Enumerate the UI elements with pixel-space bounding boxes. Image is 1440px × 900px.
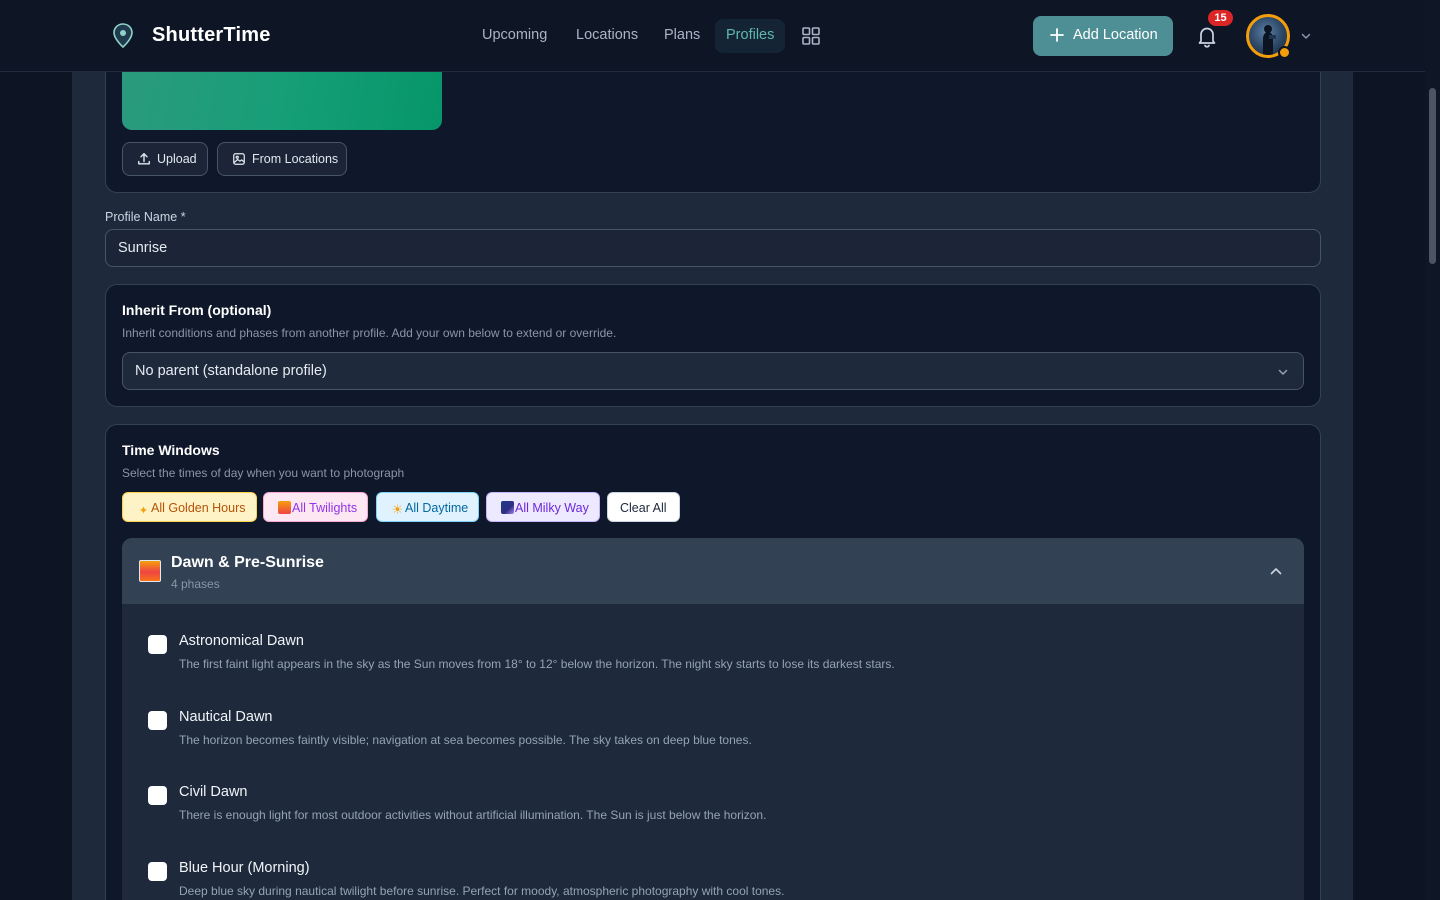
- phase-title: Civil Dawn: [179, 784, 248, 800]
- top-navigation: ShutterTime Upcoming Locations Plans Pro…: [0, 0, 1425, 72]
- phase-title: Blue Hour (Morning): [179, 860, 310, 876]
- group-phase-count: 4 phases: [171, 577, 220, 591]
- phase-checkbox[interactable]: [148, 862, 167, 881]
- bell-icon[interactable]: [1196, 24, 1218, 48]
- nav-locations[interactable]: Locations: [576, 27, 638, 43]
- group-header[interactable]: Dawn & Pre-Sunrise 4 phases: [122, 538, 1304, 604]
- sunrise-icon: [139, 560, 161, 582]
- phase-row[interactable]: Blue Hour (Morning) Deep blue sky during…: [122, 858, 1304, 900]
- from-locations-button[interactable]: From Locations: [217, 142, 347, 176]
- phase-checkbox[interactable]: [148, 635, 167, 654]
- page-gutter-left: [0, 0, 72, 900]
- add-location-button[interactable]: Add Location: [1033, 16, 1173, 56]
- scrollbar-thumb[interactable]: [1429, 88, 1436, 264]
- inherit-title: Inherit From (optional): [122, 302, 272, 318]
- time-windows-description: Select the times of day when you want to…: [122, 466, 405, 480]
- all-twilights-chip[interactable]: All Twilights: [263, 492, 369, 522]
- dawn-pre-sunrise-group: Dawn & Pre-Sunrise 4 phases Astronomical…: [122, 538, 1304, 900]
- sun-icon: ☀: [391, 502, 404, 517]
- milky-way-icon: [501, 501, 514, 514]
- phase-description: There is enough light for most outdoor a…: [179, 808, 767, 822]
- page-scrollbar[interactable]: [1425, 0, 1440, 900]
- nav-plans[interactable]: Plans: [664, 27, 700, 43]
- chevron-down-icon: [1278, 369, 1288, 375]
- page-gutter-right: [1353, 0, 1425, 900]
- phase-description: The horizon becomes faintly visible; nav…: [179, 733, 752, 747]
- notification-count-badge: 15: [1208, 10, 1233, 26]
- phase-checkbox[interactable]: [148, 786, 167, 805]
- from-locations-label: From Locations: [252, 152, 339, 166]
- upload-button[interactable]: Upload: [122, 142, 208, 176]
- all-golden-hours-chip[interactable]: ✦ All Golden Hours: [122, 492, 257, 522]
- chevron-up-icon[interactable]: [1269, 564, 1283, 578]
- phase-description: The first faint light appears in the sky…: [179, 657, 895, 671]
- chip-label: All Milky Way: [515, 501, 589, 515]
- clear-all-label: Clear All: [620, 501, 667, 515]
- clear-all-button[interactable]: Clear All: [607, 492, 680, 522]
- all-daytime-chip[interactable]: ☀ All Daytime: [376, 492, 480, 522]
- location-pin-logo-icon[interactable]: [110, 22, 136, 50]
- chip-label: All Golden Hours: [151, 501, 246, 515]
- phase-checkbox[interactable]: [148, 711, 167, 730]
- sunset-icon: [278, 501, 291, 514]
- chip-label: All Twilights: [292, 501, 358, 515]
- brand-name[interactable]: ShutterTime: [152, 24, 271, 47]
- chip-label: All Daytime: [405, 501, 469, 515]
- inherit-description: Inherit conditions and phases from anoth…: [122, 326, 617, 340]
- phase-title: Astronomical Dawn: [179, 633, 304, 649]
- sparkles-icon: ✦: [138, 505, 149, 517]
- nav-profiles[interactable]: Profiles: [715, 19, 785, 53]
- inherit-select[interactable]: No parent (standalone profile): [122, 352, 1304, 390]
- profile-name-value: Sunrise: [118, 240, 168, 256]
- phase-row[interactable]: Civil Dawn There is enough light for mos…: [122, 782, 1304, 852]
- profile-name-label: Profile Name *: [105, 210, 186, 224]
- upload-icon: [138, 153, 150, 165]
- chevron-down-icon[interactable]: [1300, 30, 1312, 42]
- upload-button-label: Upload: [157, 152, 197, 166]
- nav-upcoming[interactable]: Upcoming: [482, 27, 547, 43]
- phase-row[interactable]: Nautical Dawn The horizon becomes faintl…: [122, 707, 1304, 777]
- add-location-label: Add Location: [1073, 27, 1158, 43]
- group-title: Dawn & Pre-Sunrise: [171, 554, 324, 571]
- plus-icon: [1050, 28, 1064, 42]
- nav-profiles-label: Profiles: [726, 27, 775, 43]
- phase-description: Deep blue sky during nautical twilight b…: [179, 884, 785, 898]
- all-milky-way-chip[interactable]: All Milky Way: [486, 492, 600, 522]
- phase-title: Nautical Dawn: [179, 709, 273, 725]
- profile-name-input[interactable]: Sunrise: [105, 229, 1321, 267]
- user-status-badge: [1278, 46, 1291, 59]
- time-windows-title: Time Windows: [122, 442, 220, 458]
- inherit-selected-value: No parent (standalone profile): [135, 363, 327, 379]
- image-icon: [233, 153, 245, 165]
- phase-row[interactable]: Astronomical Dawn The first faint light …: [122, 631, 1304, 701]
- apps-grid-icon[interactable]: [801, 26, 821, 46]
